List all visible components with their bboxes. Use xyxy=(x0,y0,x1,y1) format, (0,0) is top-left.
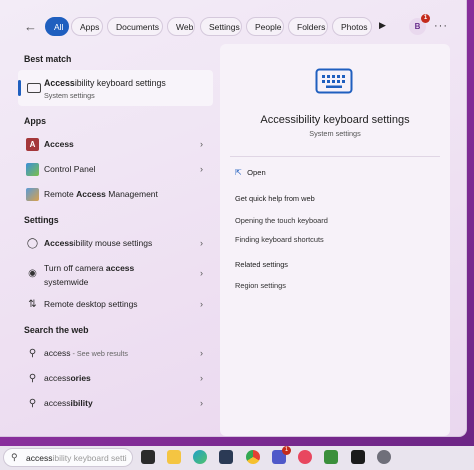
help-link-touch-keyboard[interactable]: Opening the touch keyboard xyxy=(235,216,328,225)
open-link-icon: ⇱ xyxy=(235,168,242,177)
access-icon: A xyxy=(26,138,39,151)
web-result-label: access - See web results xyxy=(44,348,128,358)
app-label: Control Panel xyxy=(44,164,96,174)
search-icon: ⚲ xyxy=(28,373,37,384)
teams-icon[interactable]: 1 xyxy=(272,446,291,464)
chevron-right-icon[interactable]: › xyxy=(200,299,203,309)
taskbar: ⚲ accessibility keyboard setti 1 xyxy=(0,446,474,470)
chevron-right-icon[interactable]: › xyxy=(200,348,203,358)
detail-pane: Accessibility keyboard settings System s… xyxy=(220,44,450,436)
detail-title: Accessibility keyboard settings xyxy=(260,114,410,126)
tab-web[interactable]: Web xyxy=(167,17,195,36)
setting-item-mouse[interactable]: ◯ Accessibility mouse settings › xyxy=(18,233,213,255)
notification-badge: 1 xyxy=(421,14,430,23)
detail-subtitle: System settings xyxy=(309,129,361,138)
back-arrow-icon[interactable]: ← xyxy=(24,20,40,34)
setting-item-camera-access[interactable]: ◉ Turn off camera access systemwide › xyxy=(18,258,213,290)
store-icon[interactable] xyxy=(219,450,233,464)
keyboard-icon xyxy=(315,68,353,94)
help-link-keyboard-shortcuts[interactable]: Finding keyboard shortcuts xyxy=(235,235,324,244)
remote-access-icon xyxy=(26,188,39,201)
chevron-right-icon[interactable]: › xyxy=(200,373,203,383)
teams-badge: 1 xyxy=(282,446,291,455)
avatar[interactable]: B 1 xyxy=(409,14,430,35)
camera-icon: ◉ xyxy=(28,268,37,279)
chevron-right-icon[interactable]: › xyxy=(200,139,203,149)
open-action[interactable]: ⇱ Open xyxy=(235,168,266,177)
settings-header: Settings xyxy=(24,215,59,225)
avatar-letter: B xyxy=(414,22,421,31)
tab-all[interactable]: All xyxy=(45,17,69,36)
chrome-icon[interactable] xyxy=(246,450,260,464)
search-icon: ⚲ xyxy=(28,398,37,409)
setting-label-line2: systemwide xyxy=(44,277,89,287)
related-link-region-settings[interactable]: Region settings xyxy=(235,281,286,290)
search-query: accessibility keyboard setti xyxy=(26,453,127,463)
chevron-right-icon[interactable]: › xyxy=(200,268,203,278)
best-match-title: Accessibility keyboard settings xyxy=(44,78,166,88)
selection-indicator xyxy=(18,80,21,96)
terminal-icon[interactable] xyxy=(351,450,365,464)
play-icon[interactable]: ▶ xyxy=(379,20,386,31)
setting-item-remote-desktop[interactable]: ⇅ Remote desktop settings › xyxy=(18,294,213,316)
start-search-panel: ← All Apps Documents Web Settings People… xyxy=(0,0,467,437)
best-match-header: Best match xyxy=(24,54,72,64)
task-view-icon[interactable] xyxy=(141,450,155,464)
app-label: Remote Access Management xyxy=(44,189,158,199)
related-settings-header: Related settings xyxy=(235,260,288,269)
chevron-right-icon[interactable]: › xyxy=(200,398,203,408)
app-label: Access xyxy=(44,139,74,149)
best-match-result[interactable]: Accessibility keyboard settings System s… xyxy=(18,70,213,106)
divider xyxy=(230,156,440,157)
filter-bar: ← All Apps Documents Web Settings People… xyxy=(0,14,466,40)
app-item-access[interactable]: A Access › xyxy=(18,134,213,156)
search-web-header: Search the web xyxy=(24,325,89,335)
excel-icon[interactable] xyxy=(324,450,338,464)
setting-label: Remote desktop settings xyxy=(44,299,138,309)
app-item-remote-access-management[interactable]: Remote Access Management xyxy=(18,184,213,206)
setting-label: Turn off camera access xyxy=(44,263,135,273)
edge-icon[interactable] xyxy=(193,450,207,464)
web-result-label: accessibility xyxy=(44,398,93,408)
tab-documents[interactable]: Documents xyxy=(107,17,163,36)
tab-photos[interactable]: Photos xyxy=(332,17,372,36)
more-options-icon[interactable]: ··· xyxy=(434,20,448,32)
web-result-accessibility[interactable]: ⚲ accessibility › xyxy=(18,393,213,415)
keyboard-icon xyxy=(27,83,41,93)
mouse-icon: ◯ xyxy=(26,238,39,249)
chevron-right-icon[interactable]: › xyxy=(200,164,203,174)
web-result-accessories[interactable]: ⚲ accessories › xyxy=(18,368,213,390)
remote-desktop-icon: ⇅ xyxy=(28,299,37,310)
control-panel-icon xyxy=(26,163,39,176)
tab-apps[interactable]: Apps xyxy=(71,17,103,36)
app-item-control-panel[interactable]: Control Panel › xyxy=(18,159,213,181)
search-icon: ⚲ xyxy=(11,452,18,462)
chevron-right-icon[interactable]: › xyxy=(200,238,203,248)
settings-gear-icon[interactable] xyxy=(377,450,391,464)
apps-header: Apps xyxy=(24,116,46,126)
file-explorer-icon[interactable] xyxy=(167,450,181,464)
app-icon[interactable] xyxy=(298,450,312,464)
search-icon: ⚲ xyxy=(28,348,37,359)
tab-settings[interactable]: Settings xyxy=(200,17,242,36)
tab-people[interactable]: People xyxy=(246,17,284,36)
quick-help-header: Get quick help from web xyxy=(235,194,315,203)
web-result-label: accessories xyxy=(44,373,91,383)
taskbar-search-box[interactable]: ⚲ accessibility keyboard setti xyxy=(3,448,133,467)
best-match-subtitle: System settings xyxy=(44,91,95,100)
setting-label: Accessibility mouse settings xyxy=(44,238,153,248)
tab-folders[interactable]: Folders xyxy=(288,17,328,36)
web-result-access[interactable]: ⚲ access - See web results › xyxy=(18,343,213,365)
